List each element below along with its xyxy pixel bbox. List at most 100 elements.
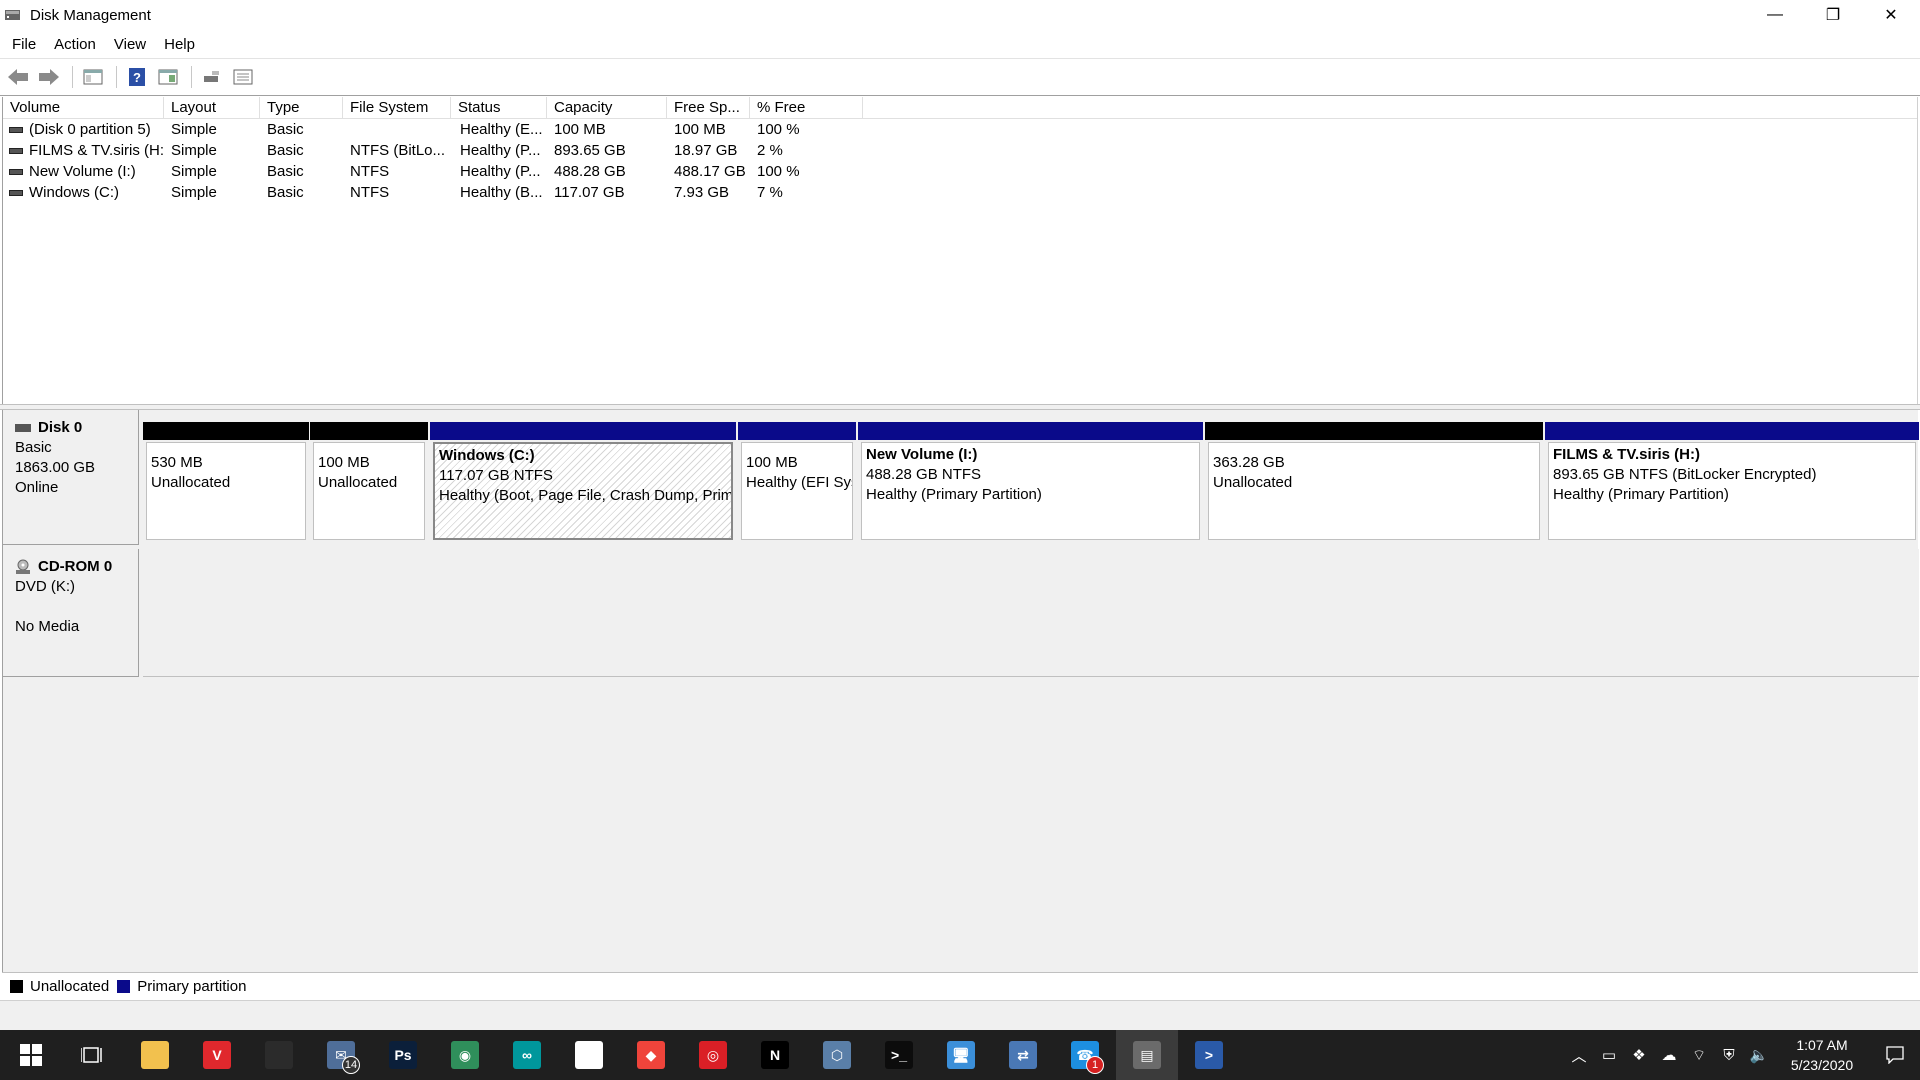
console-tree-icon: [83, 69, 103, 85]
taskbar-app-button[interactable]: ◉: [434, 1030, 496, 1080]
task-view-button[interactable]: [62, 1030, 124, 1080]
disk-size: 1863.00 GB: [15, 459, 96, 476]
partition-new-volume-i[interactable]: New Volume (I:) 488.28 GB NTFS Healthy (…: [858, 422, 1203, 540]
dropbox-icon[interactable]: ❖: [1624, 1046, 1654, 1064]
volume-name: FILMS & TV.siris (H:): [29, 142, 164, 159]
partition-bar: [310, 422, 428, 440]
disk-properties-button[interactable]: [198, 63, 226, 91]
taskbar-app-button[interactable]: ∞: [496, 1030, 558, 1080]
taskbar-app-button[interactable]: ⬡: [806, 1030, 868, 1080]
wifi-icon[interactable]: ⌔: [1684, 1046, 1714, 1065]
disk-management-icon: ▤: [1133, 1041, 1161, 1069]
table-row[interactable]: New Volume (I:) Simple Basic NTFS Health…: [3, 161, 1917, 182]
column-header-capacity[interactable]: Capacity: [547, 97, 667, 118]
percent-free-cell: 7 %: [757, 184, 783, 201]
taskbar-app-button[interactable]: [248, 1030, 310, 1080]
disk-row: CD-ROM 0 DVD (K:) No Media: [3, 547, 1919, 677]
action-pane-icon: [158, 69, 178, 85]
layout-cell: Simple: [171, 121, 217, 138]
taskbar-app-button[interactable]: [124, 1030, 186, 1080]
column-header-status[interactable]: Status: [451, 97, 547, 118]
notification-badge: 14: [342, 1056, 360, 1074]
taskbar-app-button[interactable]: V: [186, 1030, 248, 1080]
taskbar-app-button[interactable]: [558, 1030, 620, 1080]
volume-cell: New Volume (I:): [3, 161, 164, 182]
table-row[interactable]: FILMS & TV.siris (H:) Simple Basic NTFS …: [3, 140, 1917, 161]
partition-size: 100 MB: [318, 454, 370, 471]
table-row[interactable]: Windows (C:) Simple Basic NTFS Healthy (…: [3, 182, 1917, 203]
partition-size: 488.28 GB NTFS: [866, 466, 982, 483]
taskbar-app-button[interactable]: Ps: [372, 1030, 434, 1080]
virtualbox-icon: ⬡: [823, 1041, 851, 1069]
forward-button[interactable]: [35, 63, 63, 91]
action-center-notification-icon[interactable]: [1870, 1046, 1920, 1064]
cdrom-media-area: [143, 549, 1919, 677]
properties-list-button[interactable]: [229, 63, 257, 91]
menu-file[interactable]: File: [8, 36, 46, 53]
column-header-layout[interactable]: Layout: [164, 97, 260, 118]
column-header-type[interactable]: Type: [260, 97, 343, 118]
partition-body: New Volume (I:) 488.28 GB NTFS Healthy (…: [861, 442, 1200, 540]
toolbar-separator: [72, 66, 73, 88]
taskbar-app-button[interactable]: ✉ 14: [310, 1030, 372, 1080]
partition-unallocated[interactable]: 363.28 GB Unallocated: [1205, 422, 1543, 540]
legend-label: Primary partition: [137, 978, 247, 995]
menu-view[interactable]: View: [110, 36, 156, 53]
taskbar-app-button[interactable]: 🖥: [930, 1030, 992, 1080]
type-cell: Basic: [267, 142, 304, 159]
volume-name: (Disk 0 partition 5): [29, 121, 151, 138]
clock[interactable]: 1:07 AM 5/23/2020: [1774, 1035, 1870, 1075]
table-row[interactable]: (Disk 0 partition 5) Simple Basic Health…: [3, 119, 1917, 140]
column-header-file-system[interactable]: File System: [343, 97, 451, 118]
taskbar-app-button[interactable]: >: [1178, 1030, 1240, 1080]
partition-bar: [1545, 422, 1919, 440]
partition-status: Healthy (EFI Sys: [746, 474, 853, 491]
column-header-volume[interactable]: Volume: [3, 97, 164, 118]
help-icon: ?: [129, 68, 145, 86]
show-hidden-icons-chevron-icon[interactable]: ︿: [1564, 1045, 1594, 1066]
back-button[interactable]: [4, 63, 32, 91]
menu-help[interactable]: Help: [160, 36, 205, 53]
partition-size: 530 MB: [151, 454, 203, 471]
taskbar-app-button[interactable]: N: [744, 1030, 806, 1080]
partition-status: Healthy (Primary Partition): [1553, 486, 1729, 503]
cdrom-0-label[interactable]: CD-ROM 0 DVD (K:) No Media: [3, 549, 139, 677]
taskbar-app-button[interactable]: ⇄: [992, 1030, 1054, 1080]
disk-management-app-icon: [5, 10, 20, 20]
volume-icon[interactable]: 🔈: [1744, 1046, 1774, 1064]
taskbar-app-button[interactable]: ◆: [620, 1030, 682, 1080]
partition-films-h[interactable]: FILMS & TV.siris (H:) 893.65 GB NTFS (Bi…: [1545, 422, 1919, 540]
disk-0-label[interactable]: Disk 0 Basic 1863.00 GB Online: [3, 410, 139, 545]
notification-badge: 1: [1086, 1056, 1104, 1074]
show-hide-console-tree-button[interactable]: [79, 63, 107, 91]
partition-title: New Volume (I:): [866, 446, 978, 463]
layout-cell: Simple: [171, 184, 217, 201]
menu-action[interactable]: Action: [50, 36, 106, 53]
minimize-button[interactable]: —: [1746, 0, 1804, 30]
onedrive-cloud-icon[interactable]: ☁: [1654, 1046, 1684, 1064]
disk-name: Disk 0: [38, 419, 83, 436]
help-button[interactable]: ?: [123, 63, 151, 91]
taskbar-app-button[interactable]: ☎ 1: [1054, 1030, 1116, 1080]
taskbar-app-button[interactable]: ◎: [682, 1030, 744, 1080]
taskbar-app-button[interactable]: ▤: [1116, 1030, 1178, 1080]
partition-unallocated[interactable]: 100 MB Unallocated: [310, 422, 428, 540]
volume-name: Windows (C:): [29, 184, 120, 201]
battery-icon[interactable]: ▭: [1594, 1046, 1624, 1064]
taskbar-app-button[interactable]: >_: [868, 1030, 930, 1080]
show-hide-action-pane-button[interactable]: [154, 63, 182, 91]
taskbar: V ✉ 14 Ps ◉ ∞ ◆ ◎ N ⬡ >_ 🖥 ⇄ ☎ 1 ▤ > ︿ ▭ ❖ ☁ ⌔ ⛨ 🔈 1:07 …: [0, 1030, 1920, 1080]
photoshop-icon: Ps: [389, 1041, 417, 1069]
disk-row: Disk 0 Basic 1863.00 GB Online 530 MB Un…: [3, 410, 1919, 545]
partition-efi[interactable]: 100 MB Healthy (EFI Sys: [738, 422, 856, 540]
partition-windows-c[interactable]: Windows (C:) 117.07 GB NTFS Healthy (Boo…: [430, 422, 736, 540]
start-button[interactable]: [0, 1030, 62, 1080]
hard-disk-icon: [15, 424, 31, 432]
column-header-free-space[interactable]: Free Sp...: [667, 97, 750, 118]
security-shield-icon[interactable]: ⛨: [1714, 1047, 1744, 1064]
close-button[interactable]: ✕: [1862, 0, 1920, 30]
column-header-percent-free[interactable]: % Free: [750, 97, 863, 118]
disk-state: Online: [15, 479, 59, 496]
restore-button[interactable]: ❐: [1804, 0, 1862, 30]
partition-unallocated[interactable]: 530 MB Unallocated: [143, 422, 309, 540]
